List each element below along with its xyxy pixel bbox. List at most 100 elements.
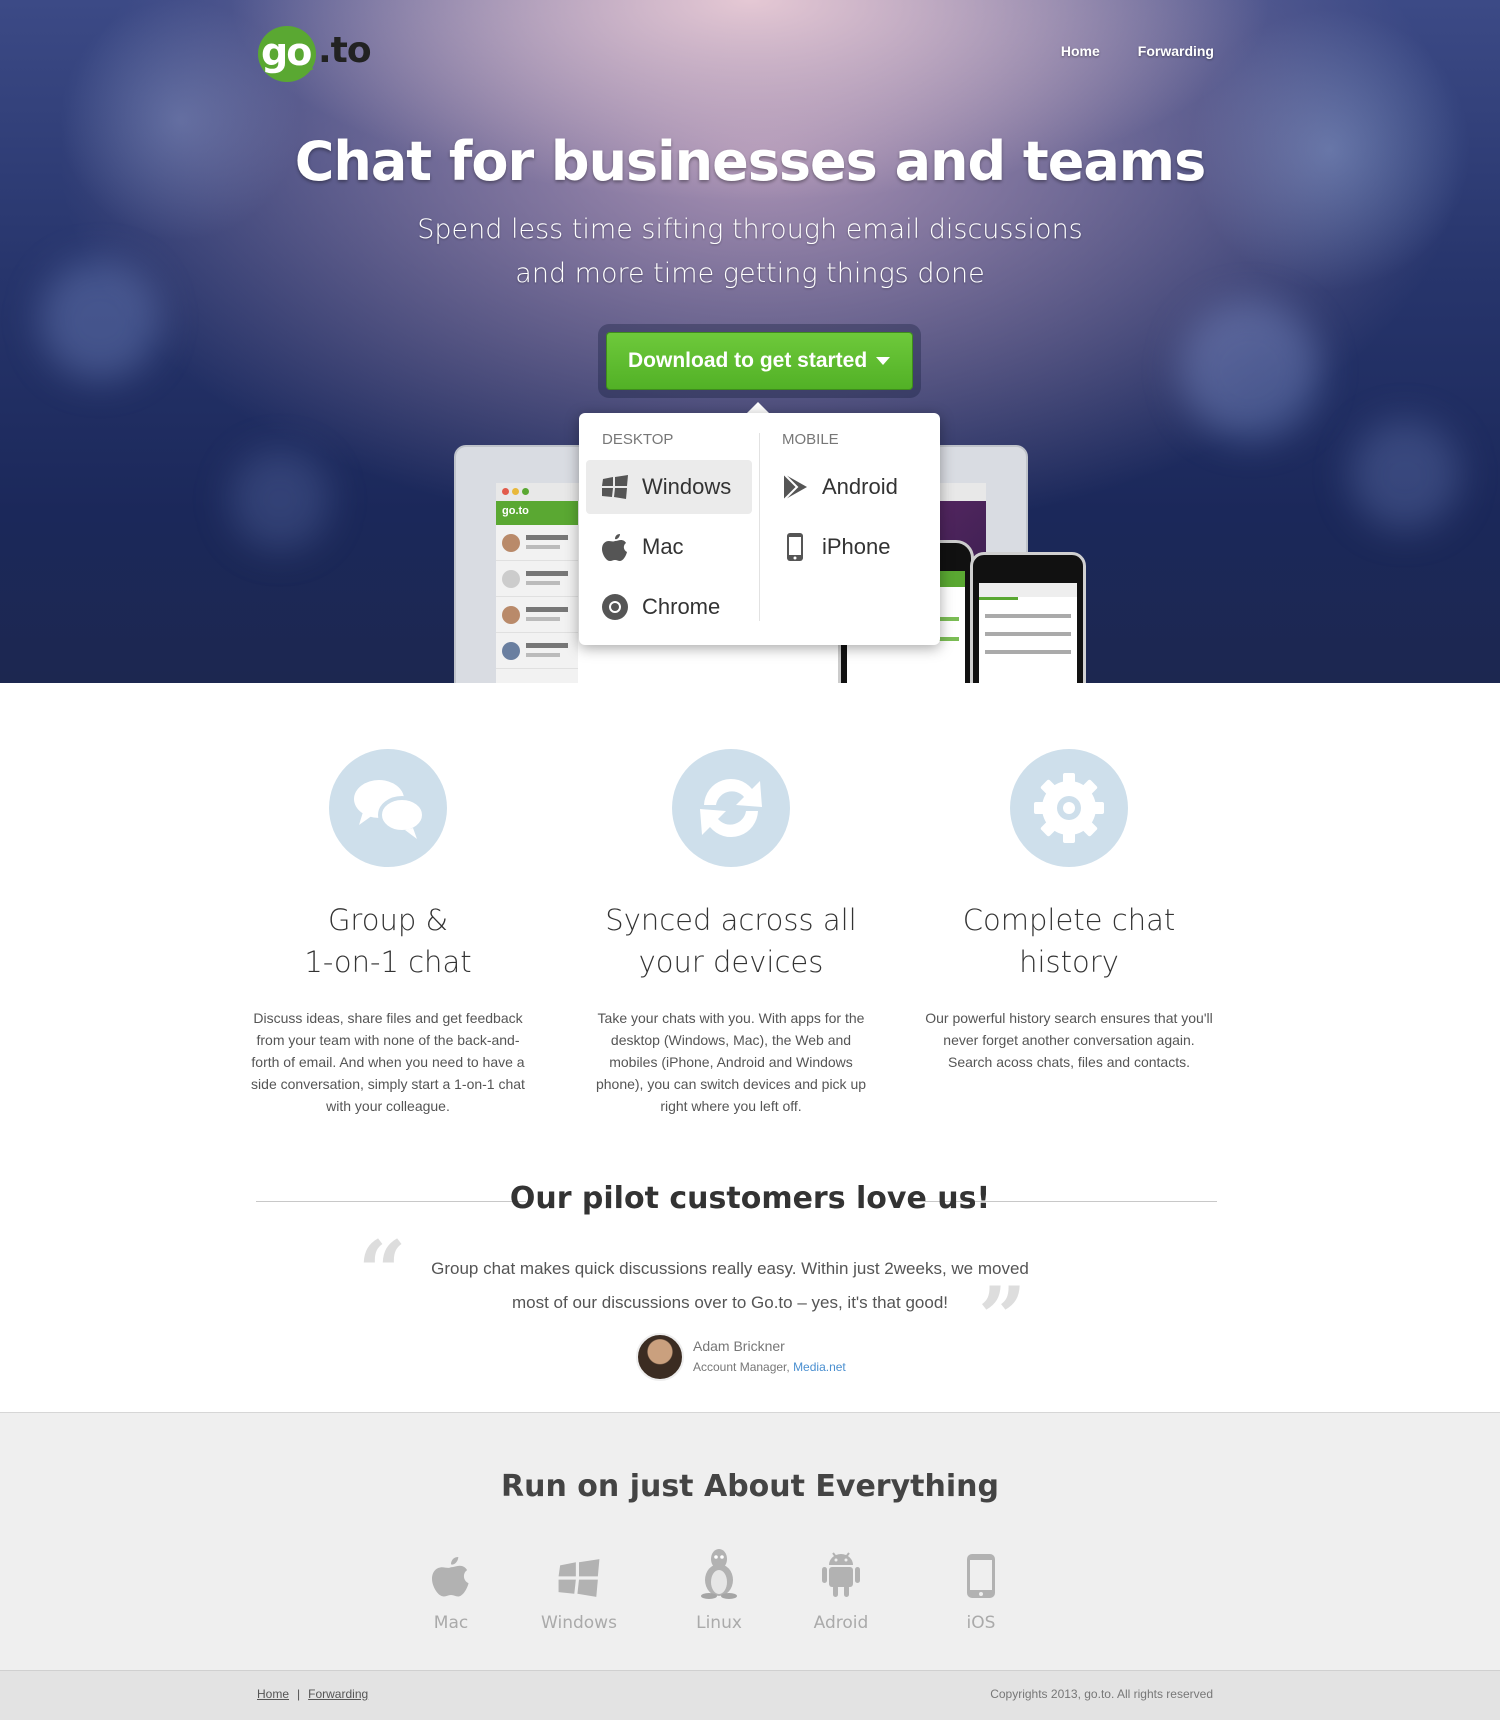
avatar <box>502 642 520 660</box>
hero-subtitle: Spend less time sifting through email di… <box>0 208 1500 296</box>
phone-status-bar <box>979 583 1077 597</box>
avatar <box>502 534 520 552</box>
list-item <box>496 633 578 669</box>
minimize-dot-icon <box>512 488 519 495</box>
dropdown-item-label: Mac <box>642 534 684 559</box>
feature-history: Complete chat history Our powerful histo… <box>924 749 1214 1073</box>
hero-subtitle-line1: Spend less time sifting through email di… <box>417 214 1083 245</box>
platform-label: Adroid <box>813 1613 869 1633</box>
copyright-text: Copyrights 2013, go.to. All rights reser… <box>990 1687 1213 1701</box>
feature-description: Discuss ideas, share files and get feedb… <box>251 1010 525 1114</box>
hero-subtitle-line2: and more time getting things done <box>515 258 985 289</box>
download-iphone-option[interactable]: iPhone <box>766 520 932 574</box>
chrome-icon <box>600 592 630 622</box>
platform-label: Mac <box>433 1613 469 1633</box>
sync-icon <box>672 749 790 867</box>
platform-windows[interactable]: Windows <box>524 1543 634 1633</box>
bokeh-light <box>1180 300 1320 440</box>
top-nav: Home Forwarding <box>1061 43 1214 59</box>
platform-label: iOS <box>966 1613 996 1633</box>
android-icon <box>786 1543 896 1599</box>
contact-preview-line <box>526 617 560 621</box>
dropdown-item-label: Windows <box>642 474 732 499</box>
linux-icon <box>664 1543 774 1599</box>
contact-preview-line <box>526 653 560 657</box>
feature-title-line2: 1-on-1 chat <box>304 945 472 979</box>
phone-tab-indicator <box>979 597 1019 600</box>
list-item <box>496 597 578 633</box>
list-item <box>496 525 578 561</box>
platform-label: Linux <box>696 1613 742 1633</box>
caret-down-icon <box>876 357 890 365</box>
footer: Home | Forwarding Copyrights 2013, go.to. … <box>0 1670 1500 1720</box>
logo-go-text: go <box>261 30 312 74</box>
quote-line1: Group chat makes quick discussions reall… <box>431 1259 1029 1278</box>
feature-group-chat: Group & 1-on-1 chat Discuss ideas, share… <box>243 749 533 1117</box>
nav-forwarding-link[interactable]: Forwarding <box>1138 43 1214 59</box>
logo-to-text: .to <box>318 30 372 71</box>
phone-mockup <box>970 552 1086 683</box>
dropdown-item-label: Android <box>822 474 898 499</box>
avatar <box>502 606 520 624</box>
platform-mac[interactable]: Mac <box>396 1543 506 1633</box>
quote-line2: most of our discussions over to Go.to – … <box>511 1293 948 1312</box>
platforms-title: Run on just About Everything <box>501 1469 999 1504</box>
company-link[interactable]: Media.net <box>793 1360 846 1374</box>
phone-text-line <box>985 632 1071 636</box>
app-header: go.to <box>496 501 578 525</box>
ios-device-icon <box>926 1543 1036 1599</box>
feature-description: Our powerful history search ensures that… <box>925 1010 1213 1070</box>
contact-preview-line <box>526 581 560 585</box>
windows-icon <box>600 472 630 502</box>
testimonial-title: Our pilot customers love us! <box>509 1181 991 1216</box>
feature-title: Synced across all your devices <box>586 899 876 983</box>
gear-icon <box>1010 749 1128 867</box>
close-dot-icon <box>502 488 509 495</box>
download-button-label: Download to get started <box>628 349 868 372</box>
feature-sync: Synced across all your devices Take your… <box>586 749 876 1117</box>
feature-title-line2: your devices <box>638 945 824 979</box>
list-item <box>496 561 578 597</box>
author-name: Adam Brickner <box>693 1338 785 1354</box>
download-android-option[interactable]: Android <box>766 460 932 514</box>
download-button[interactable]: Download to get started <box>606 332 913 390</box>
hero-title: Chat for businesses and teams <box>294 130 1206 193</box>
chat-bubbles-icon <box>329 749 447 867</box>
apple-icon <box>600 532 630 562</box>
contact-name-line <box>526 607 568 612</box>
feature-title: Complete chat history <box>924 899 1214 983</box>
logo[interactable]: go .to <box>258 24 372 84</box>
footer-links: Home | Forwarding <box>257 1687 368 1701</box>
iphone-icon <box>780 532 810 562</box>
download-mac-option[interactable]: Mac <box>586 520 752 574</box>
app-contact-list <box>496 525 578 683</box>
dropdown-desktop-heading: DESKTOP <box>602 431 674 448</box>
hero-section: go .to Home Forwarding Chat for business… <box>0 0 1500 683</box>
footer-home-link[interactable]: Home <box>257 1687 289 1701</box>
footer-separator: | <box>297 1687 301 1701</box>
testimonial-quote: Group chat makes quick discussions reall… <box>390 1252 1070 1320</box>
download-windows-option[interactable]: Windows <box>586 460 752 514</box>
platform-ios[interactable]: iOS <box>926 1543 1036 1633</box>
maximize-dot-icon <box>522 488 529 495</box>
dropdown-item-label: Chrome <box>642 594 721 619</box>
nav-home-link[interactable]: Home <box>1061 43 1100 59</box>
feature-title-line1: Group & <box>327 903 449 937</box>
footer-forwarding-link[interactable]: Forwarding <box>308 1687 368 1701</box>
phone-text-line <box>985 650 1071 654</box>
feature-title-line1: Synced across all <box>605 903 857 937</box>
download-dropdown: DESKTOP Windows Mac Chrome MOBILE Androi… <box>579 413 940 645</box>
phone-text-line <box>985 614 1071 618</box>
author-role: Account Manager, Media.net <box>693 1360 846 1374</box>
author-title: Account Manager, <box>693 1360 794 1374</box>
contact-name-line <box>526 643 568 648</box>
download-chrome-option[interactable]: Chrome <box>586 580 752 634</box>
feature-title: Group & 1-on-1 chat <box>243 899 533 983</box>
play-icon <box>780 472 810 502</box>
platform-android[interactable]: Adroid <box>786 1543 896 1633</box>
platforms-section: Run on just About Everything Mac Windows… <box>0 1412 1500 1670</box>
bokeh-light <box>230 450 330 550</box>
platform-linux[interactable]: Linux <box>664 1543 774 1633</box>
contact-name-line <box>526 535 568 540</box>
dropdown-mobile-column: MOBILE Android iPhone <box>759 431 940 621</box>
